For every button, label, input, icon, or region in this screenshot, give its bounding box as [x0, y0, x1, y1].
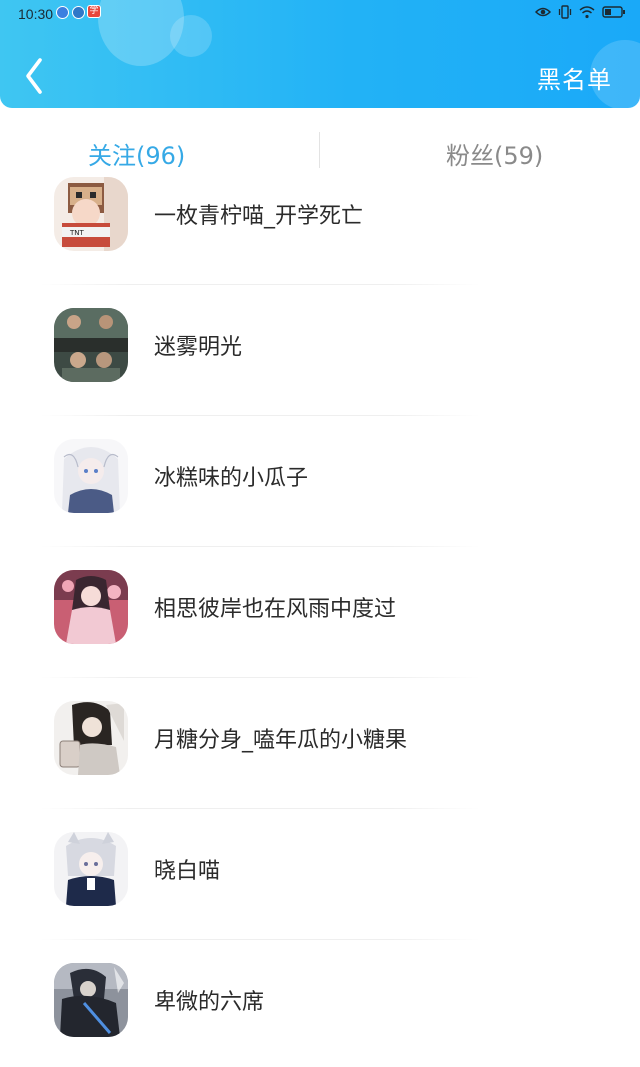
- list-item[interactable]: 月糖分身_嗑年瓜的小糖果: [0, 674, 640, 809]
- list-item[interactable]: 冰糕味的小瓜子: [0, 412, 640, 547]
- user-name: 月糖分身_嗑年瓜的小糖果: [154, 728, 408, 753]
- avatar: TNT: [54, 177, 128, 251]
- eye-icon: [535, 6, 551, 18]
- chevron-left-icon: [26, 58, 42, 94]
- avatar: [54, 832, 128, 906]
- avatar: [54, 439, 128, 513]
- avatar: [54, 308, 128, 382]
- avatar: [54, 963, 128, 1037]
- user-name: 晓白喵: [154, 859, 221, 884]
- status-time: 10:30: [18, 6, 54, 22]
- user-name: 一枚青柠喵_开学死亡: [154, 204, 364, 229]
- user-name: 冰糕味的小瓜子: [154, 466, 309, 491]
- list-item[interactable]: 迷雾明光: [0, 281, 640, 416]
- list-item[interactable]: 卑微的六席: [0, 936, 640, 1067]
- status-icons: [535, 5, 626, 19]
- back-button[interactable]: [22, 56, 50, 96]
- user-name: 迷雾明光: [154, 335, 243, 360]
- blacklist-button[interactable]: 黑名单: [537, 60, 612, 95]
- list-item[interactable]: TNT 一枚青柠喵_开学死亡: [0, 150, 640, 285]
- user-name: 相思彼岸也在风雨中度过: [154, 597, 397, 622]
- avatar: [54, 570, 128, 644]
- svg-text:TNT: TNT: [69, 229, 85, 237]
- status-bar: 10:30 学: [0, 0, 640, 28]
- vibrate-icon: [558, 5, 572, 19]
- notification-app-icon: [56, 6, 69, 19]
- battery-icon: [602, 6, 626, 18]
- avatar: [54, 701, 128, 775]
- list-item[interactable]: 晓白喵: [0, 805, 640, 940]
- notification-app-icon: [72, 6, 85, 19]
- list-item[interactable]: 相思彼岸也在风雨中度过: [0, 543, 640, 678]
- top-header: 10:30 学 黑名单: [0, 0, 640, 108]
- notification-badge-icon: 学: [87, 5, 101, 18]
- wifi-icon: [579, 5, 595, 19]
- user-name: 卑微的六席: [154, 990, 265, 1015]
